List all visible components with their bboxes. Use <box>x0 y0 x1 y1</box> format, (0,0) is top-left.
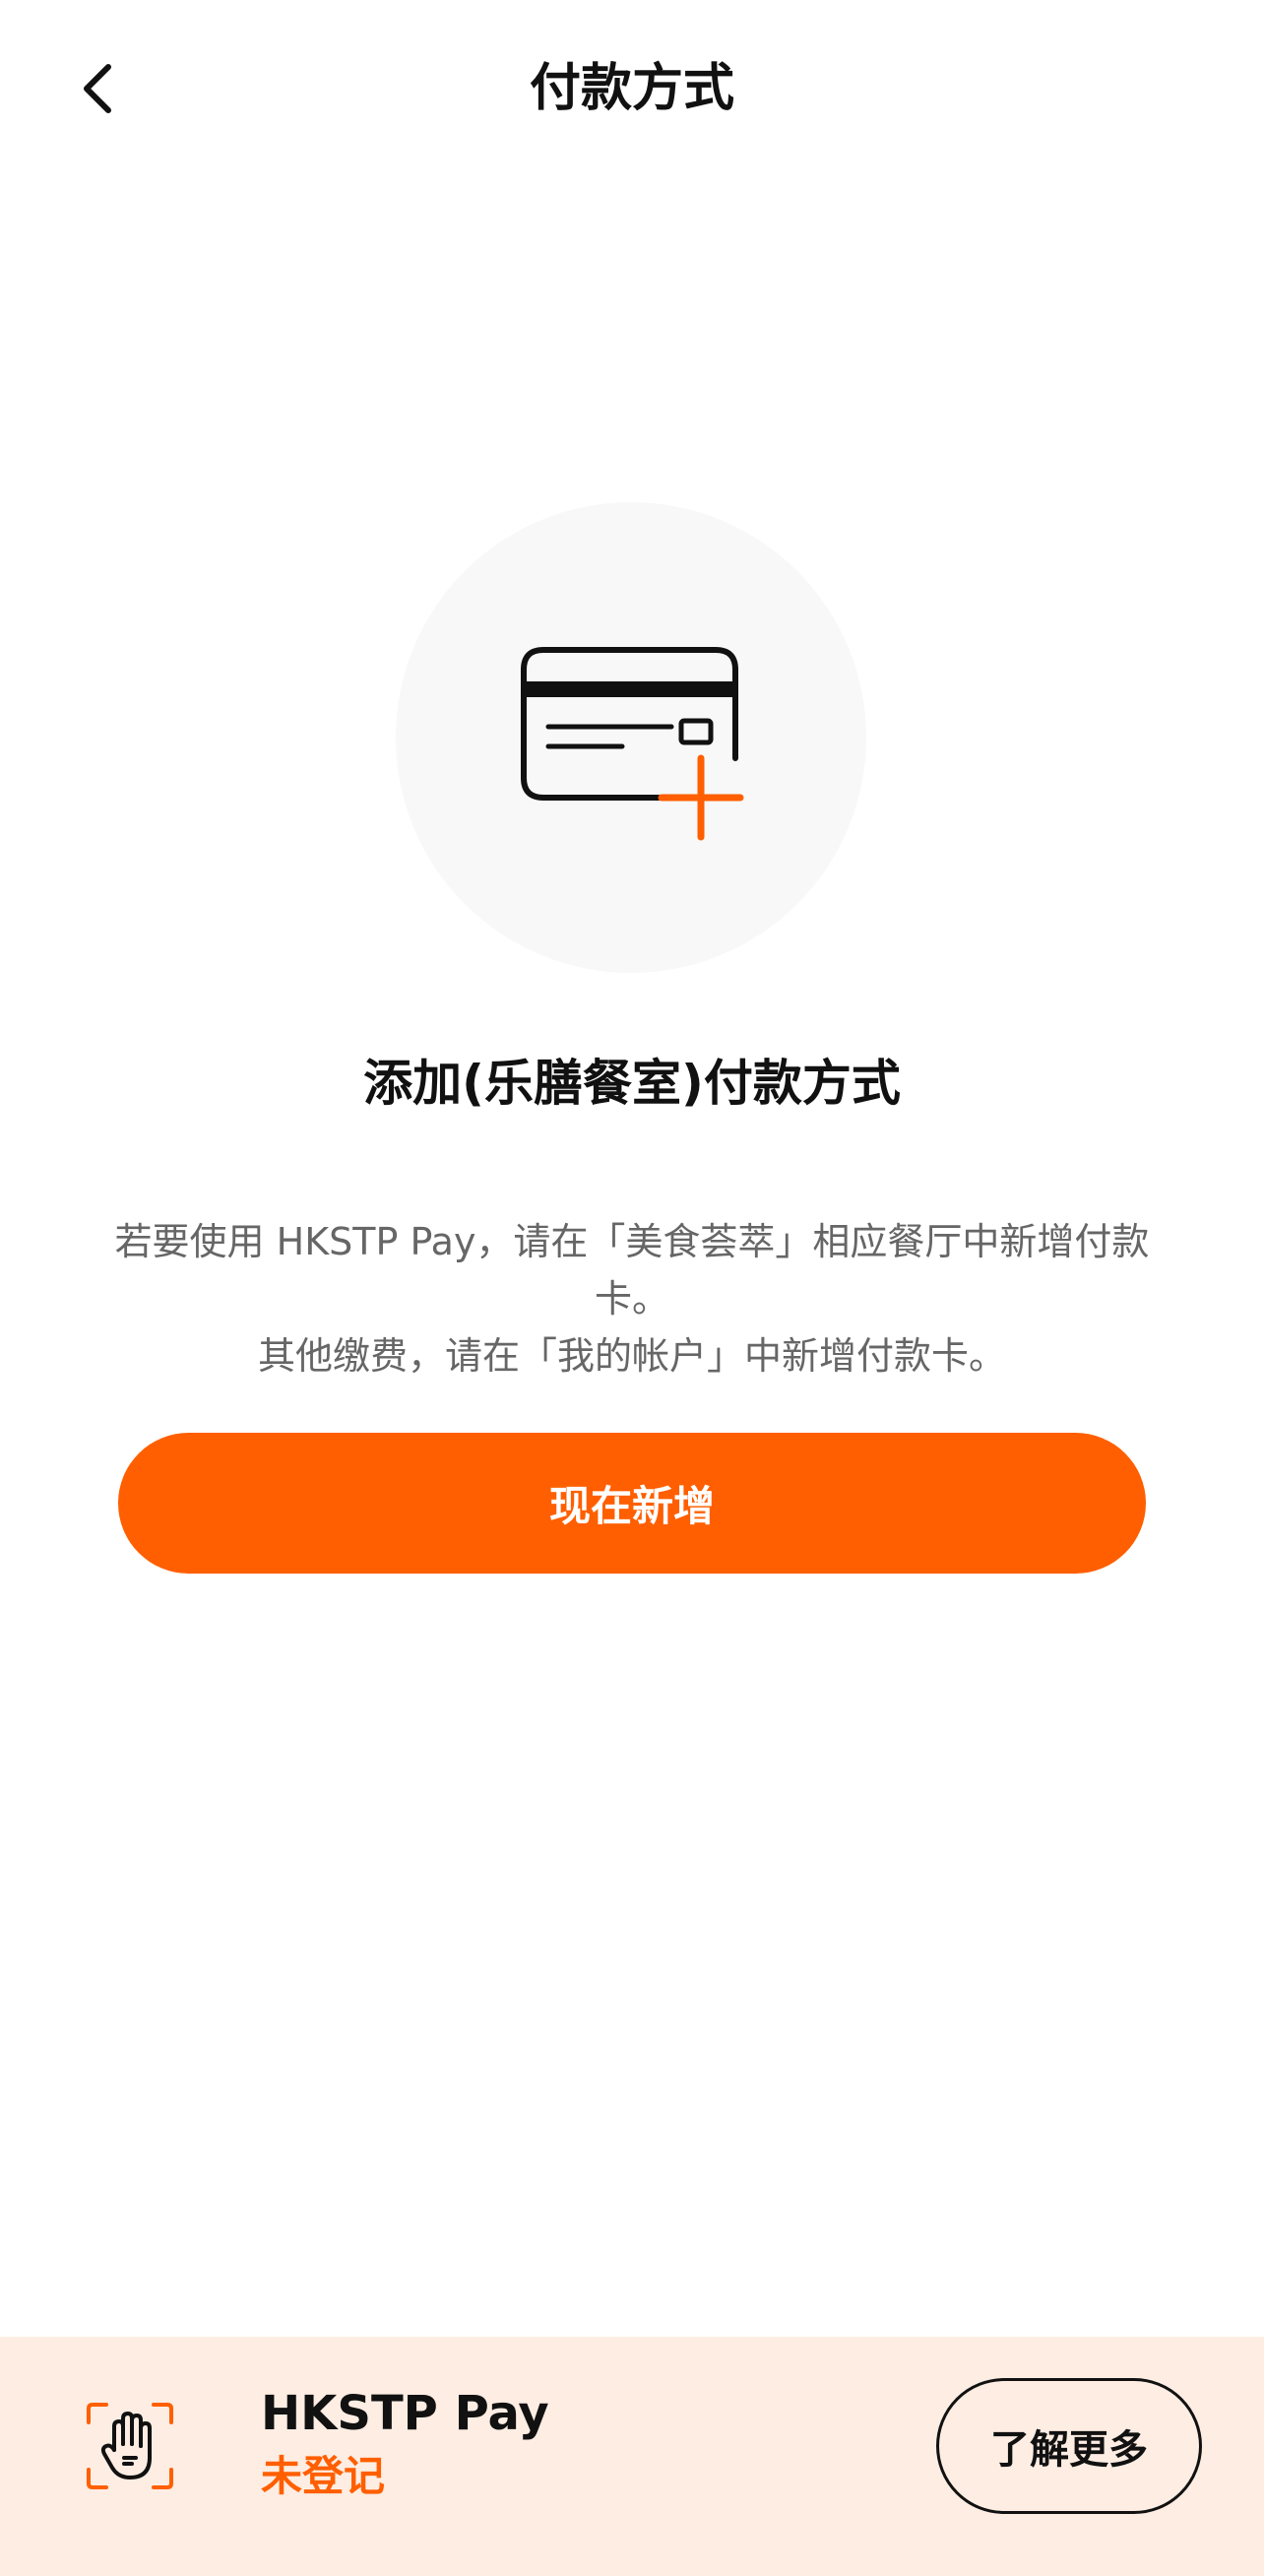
add-now-button[interactable]: 现在新增 <box>118 1433 1146 1574</box>
description-text: 若要使用 HKSTP Pay，请在「美食荟萃」相应餐厅中新增付款卡。 其他缴费，… <box>108 1213 1156 1385</box>
hkstp-pay-bar: HKSTP Pay 未登记 了解更多 <box>0 2337 1264 2576</box>
pay-name: HKSTP Pay <box>261 2386 549 2441</box>
card-illustration <box>396 502 866 973</box>
header-bar: 付款方式 <box>0 0 1264 182</box>
learn-more-button[interactable]: 了解更多 <box>936 2378 1202 2514</box>
description-line-2: 其他缴费，请在「我的帐户」中新增付款卡。 <box>257 1334 1006 1378</box>
credit-card-add-icon <box>521 647 744 841</box>
page-title: 付款方式 <box>529 59 734 118</box>
registration-status: 未登记 <box>261 2452 386 2500</box>
section-heading: 添加(乐膳餐室)付款方式 <box>363 1055 901 1112</box>
palm-scan-icon <box>87 2403 173 2489</box>
description-line-1: 若要使用 HKSTP Pay，请在「美食荟萃」相应餐厅中新增付款卡。 <box>114 1220 1150 1320</box>
